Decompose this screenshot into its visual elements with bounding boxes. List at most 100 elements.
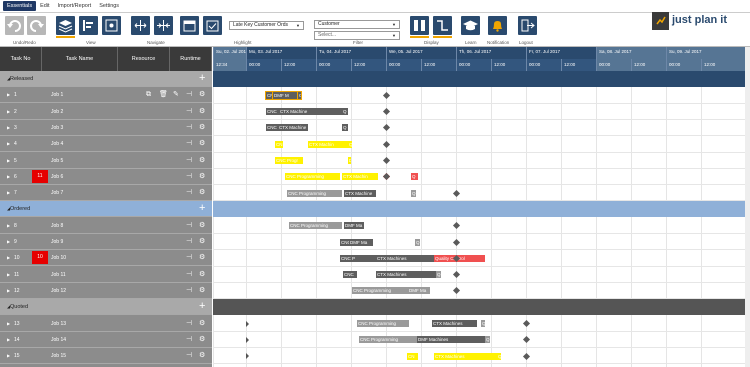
- split-icon[interactable]: ⊣: [186, 287, 192, 294]
- gantt-bar[interactable]: DMF: [348, 157, 351, 164]
- expand-triangle-icon[interactable]: ▶: [7, 321, 10, 326]
- split-icon[interactable]: ⊣: [186, 108, 192, 115]
- gantt-bar[interactable]: Q: [415, 238, 420, 246]
- expand-triangle-icon[interactable]: ▶: [7, 174, 10, 179]
- gantt-bar[interactable]: DMF Ma: [408, 287, 430, 295]
- menu-settings[interactable]: Settings: [95, 1, 123, 11]
- gantt-bar[interactable]: DMF Ma: [349, 238, 373, 246]
- add-task-button[interactable]: +: [199, 300, 205, 312]
- col-header-resource[interactable]: Resource: [118, 47, 170, 71]
- gantt-bar[interactable]: CTX Machin: [308, 140, 348, 148]
- gantt-bar[interactable]: DMF M: [272, 90, 299, 100]
- gantt-bar[interactable]: CNC: [343, 271, 357, 279]
- gear-icon[interactable]: ⚙: [199, 287, 205, 294]
- deadline-diamond[interactable]: [452, 189, 461, 197]
- gantt-bar[interactable]: DMF Machines: [417, 336, 485, 344]
- filter-value-select[interactable]: Select... ▼: [314, 31, 400, 40]
- gantt-bar[interactable]: Q: [342, 108, 348, 116]
- gear-icon[interactable]: ⚙: [199, 173, 205, 180]
- split-icon[interactable]: ⊣: [186, 157, 192, 164]
- expand-triangle-icon[interactable]: ▶: [7, 141, 10, 146]
- task-row[interactable]: ▶ 3 Job 3 ⊣ ⚙: [0, 119, 212, 136]
- fit-view-button[interactable]: [131, 16, 150, 35]
- redo-button[interactable]: [27, 16, 46, 35]
- task-row[interactable]: ▶ 10 10 Job 10 ⊣ ⚙: [0, 250, 212, 267]
- display-bars-button[interactable]: [410, 16, 429, 35]
- gantt-bar[interactable]: CNC Programming: [289, 222, 342, 230]
- split-icon[interactable]: ⊣: [186, 91, 192, 98]
- task-row[interactable]: ▶ 1 Job 1 ⧉ 🗑 ✎ ⊣ ⚙: [0, 87, 212, 104]
- menu-edit[interactable]: Edit: [36, 1, 53, 11]
- learn-button[interactable]: [461, 16, 480, 35]
- expand-triangle-icon[interactable]: ▶: [7, 158, 10, 163]
- task-row[interactable]: ▶ 7 Job 7 ⊣ ⚙: [0, 185, 212, 202]
- gantt-bar[interactable]: CNC Programming: [287, 189, 342, 197]
- gantt-bar[interactable]: CTX Machines: [376, 254, 434, 262]
- expand-triangle-icon[interactable]: ▶: [7, 337, 10, 342]
- add-task-button[interactable]: +: [199, 72, 205, 84]
- expand-triangle-icon[interactable]: ▶: [7, 272, 10, 277]
- gantt-bar[interactable]: CNC Programming: [357, 320, 409, 327]
- expand-triangle-icon[interactable]: ▶: [7, 92, 10, 97]
- group-row[interactable]: ◢ Released +: [0, 71, 212, 87]
- gear-icon[interactable]: ⚙: [199, 254, 205, 261]
- edit-icon[interactable]: ✎: [173, 91, 179, 98]
- gantt-view-button[interactable]: [79, 16, 98, 35]
- gantt-bar[interactable]: CNC P: [340, 254, 376, 262]
- expand-triangle-icon[interactable]: ▶: [7, 353, 10, 358]
- split-icon[interactable]: ⊣: [186, 140, 192, 147]
- deadline-diamond[interactable]: [382, 91, 391, 99]
- gantt-bar[interactable]: CNC Programming: [352, 287, 408, 295]
- task-row[interactable]: ▶ 14 Job 14 ⊣ ⚙: [0, 331, 212, 348]
- menu-essentials[interactable]: Essentials: [3, 1, 37, 11]
- filter-field-select[interactable]: Customer ▼: [314, 20, 400, 29]
- split-icon[interactable]: ⊣: [186, 189, 192, 196]
- gantt-bar[interactable]: CN: [265, 90, 274, 100]
- gear-icon[interactable]: ⚙: [199, 108, 205, 115]
- gantt-bar[interactable]: Q: [342, 124, 348, 132]
- deadline-diamond[interactable]: [522, 336, 531, 344]
- gear-icon[interactable]: ⚙: [199, 222, 205, 229]
- gear-icon[interactable]: ⚙: [199, 91, 205, 98]
- task-row[interactable]: ▶ 13 Job 13 ⊣ ⚙: [0, 315, 212, 332]
- expand-triangle-icon[interactable]: ▶: [7, 255, 10, 260]
- gantt-bar[interactable]: CTX Machine: [344, 189, 376, 197]
- gear-icon[interactable]: ⚙: [199, 320, 205, 327]
- vertical-scrollbar[interactable]: [745, 47, 750, 367]
- task-row[interactable]: ▶ 12 Job 12 ⊣ ⚙: [0, 282, 212, 299]
- task-row[interactable]: ▶ 8 Job 8 ⊣ ⚙: [0, 217, 212, 234]
- deadline-diamond[interactable]: [382, 140, 391, 148]
- gantt-bar[interactable]: CNC: [266, 108, 279, 116]
- group-row[interactable]: ◢ Quoted +: [0, 299, 212, 316]
- add-task-button[interactable]: +: [199, 202, 205, 214]
- expand-triangle-icon[interactable]: ▶: [7, 190, 10, 195]
- gantt-bar[interactable]: Q: [481, 320, 485, 327]
- group-row[interactable]: ◢ Ordered +: [0, 201, 212, 218]
- deadline-diamond[interactable]: [382, 156, 391, 165]
- expand-triangle-icon[interactable]: ▶: [7, 125, 10, 130]
- undo-button[interactable]: [5, 16, 24, 35]
- menu-import-report[interactable]: Import/Report: [54, 1, 96, 11]
- gantt-bar[interactable]: Q: [485, 336, 490, 344]
- highlight-select[interactable]: Late Key Customer Ords ▼: [229, 21, 304, 30]
- goto-now-button[interactable]: [154, 16, 173, 35]
- expand-triangle-icon[interactable]: ▶: [7, 239, 10, 244]
- resource-view-button[interactable]: [102, 16, 121, 35]
- gantt-bar[interactable]: Q: [436, 271, 441, 279]
- gantt-bar[interactable]: Q: [348, 140, 352, 148]
- deadline-diamond[interactable]: [452, 222, 461, 230]
- display-links-button[interactable]: [433, 16, 452, 35]
- trash-icon[interactable]: 🗑: [159, 91, 168, 98]
- deadline-diamond[interactable]: [452, 287, 461, 295]
- col-header-runtime[interactable]: Runtime: [170, 47, 212, 71]
- task-row[interactable]: ▶ 5 Job 5 ⊣ ⚙: [0, 152, 212, 169]
- layers-button[interactable]: [56, 16, 75, 35]
- gear-icon[interactable]: ⚙: [199, 140, 205, 147]
- gantt-bar[interactable]: CTX Machine: [279, 108, 342, 116]
- expand-triangle-icon[interactable]: ▶: [7, 109, 10, 114]
- gantt-bar[interactable]: CTX Machine: [278, 124, 308, 132]
- gantt-bar[interactable]: CNC Programming: [285, 173, 340, 181]
- deadline-diamond[interactable]: [452, 271, 461, 279]
- calendar-button[interactable]: [180, 16, 199, 35]
- gantt-bar[interactable]: DMF Ma: [344, 222, 364, 230]
